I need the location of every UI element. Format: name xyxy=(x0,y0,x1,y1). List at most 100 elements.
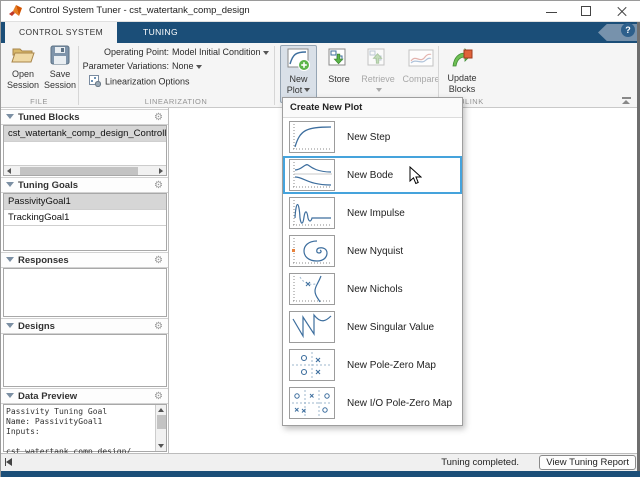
parameter-variations-dropdown[interactable]: Parameter Variations:None xyxy=(81,61,202,71)
menu-item-new-singular-value[interactable]: New Singular Value xyxy=(283,308,462,346)
operating-point-dropdown[interactable]: Operating Point:Model Initial Condition xyxy=(81,47,269,57)
update-blocks-icon xyxy=(451,61,473,71)
chevron-down-icon xyxy=(304,88,310,92)
control-system-tuner-window: Control System Tuner - cst_watertank_com… xyxy=(0,0,640,477)
bode-plot-icon xyxy=(289,159,335,191)
collapse-triangle-icon xyxy=(6,393,14,398)
save-session-button[interactable]: Save Session xyxy=(43,45,77,91)
step-plot-icon xyxy=(289,121,335,153)
menu-item-label: New Pole-Zero Map xyxy=(347,360,436,371)
help-button[interactable]: ? xyxy=(621,23,635,37)
responses-list xyxy=(3,268,167,317)
save-floppy-icon xyxy=(50,57,70,67)
scroll-left-icon[interactable] xyxy=(7,168,11,174)
panel-header-designs[interactable]: Designs ⚙ xyxy=(1,318,168,334)
store-label: Store xyxy=(323,74,355,85)
gear-icon[interactable]: ⚙ xyxy=(154,253,163,268)
menu-item-label: New Nyquist xyxy=(347,246,403,257)
gear-icon[interactable]: ⚙ xyxy=(154,319,163,334)
scroll-down-icon[interactable] xyxy=(158,444,164,448)
open-folder-icon xyxy=(11,57,35,67)
scroll-right-icon[interactable] xyxy=(159,168,163,174)
operating-point-label: Operating Point: xyxy=(81,47,169,57)
gear-icon[interactable]: ⚙ xyxy=(154,389,163,404)
collapse-triangle-icon xyxy=(6,257,14,262)
list-item[interactable]: PassivityGoal1 xyxy=(4,194,166,210)
gear-icon[interactable]: ⚙ xyxy=(154,178,163,193)
linearization-options-button[interactable]: Linearization Options xyxy=(89,75,190,89)
data-preview-box: Passivity Tuning Goal Name: PassivityGoa… xyxy=(3,404,167,452)
panel-title: Data Preview xyxy=(18,391,77,402)
designs-list xyxy=(3,334,167,387)
menu-item-label: New Impulse xyxy=(347,208,405,219)
data-preview-text: Passivity Tuning Goal Name: PassivityGoa… xyxy=(6,407,154,457)
io-pole-zero-map-icon xyxy=(289,387,335,419)
menu-item-new-io-pole-zero-map[interactable]: New I/O Pole-Zero Map xyxy=(283,384,462,422)
sidebar: Tuned Blocks ⚙ cst_watertank_comp_design… xyxy=(1,108,169,453)
menu-item-new-nyquist[interactable]: New Nyquist xyxy=(283,232,462,270)
file-group-label: FILE xyxy=(1,97,77,106)
update-blocks-button[interactable]: Update Blocks xyxy=(442,45,482,95)
tab-tuning[interactable]: TUNING xyxy=(129,22,192,43)
minimize-ribbon-icon[interactable] xyxy=(620,97,632,104)
open-session-button[interactable]: Open Session xyxy=(7,45,39,91)
scrollbar-thumb[interactable] xyxy=(157,415,166,429)
retrieve-label: Retrieve xyxy=(357,74,399,85)
status-bar: Tuning completed. View Tuning Report xyxy=(1,453,640,471)
collapse-triangle-icon xyxy=(6,114,14,119)
menu-item-label: New I/O Pole-Zero Map xyxy=(347,398,452,409)
list-item[interactable]: TrackingGoal1 xyxy=(4,210,166,226)
close-button[interactable] xyxy=(605,1,639,22)
retrieve-icon xyxy=(367,62,389,72)
singular-value-plot-icon xyxy=(289,311,335,343)
tuned-blocks-list: cst_watertank_comp_design_Controller xyxy=(3,125,167,176)
minimize-button[interactable] xyxy=(535,1,569,22)
operating-point-value: Model Initial Condition xyxy=(172,47,261,57)
status-message: Tuning completed. xyxy=(441,457,519,468)
menu-item-new-pole-zero-map[interactable]: New Pole-Zero Map xyxy=(283,346,462,384)
window-title: Control System Tuner - cst_watertank_com… xyxy=(29,5,250,16)
store-button[interactable]: Store xyxy=(323,45,355,85)
title-bar: Control System Tuner - cst_watertank_com… xyxy=(1,1,640,22)
menu-item-label: New Singular Value xyxy=(347,322,434,333)
new-plot-icon xyxy=(287,64,311,74)
update-blocks-label: Update Blocks xyxy=(442,73,482,95)
store-icon xyxy=(328,62,350,72)
menu-item-label: New Step xyxy=(347,132,390,143)
panel-header-tuned-blocks[interactable]: Tuned Blocks ⚙ xyxy=(1,109,168,125)
menu-item-new-impulse[interactable]: New Impulse xyxy=(283,194,462,232)
parameter-variations-value: None xyxy=(172,61,194,71)
retrieve-button: Retrieve xyxy=(357,45,399,95)
matlab-logo-icon xyxy=(9,4,23,23)
panel-header-responses[interactable]: Responses ⚙ xyxy=(1,252,168,268)
horizontal-scrollbar[interactable] xyxy=(4,165,166,175)
maximize-button[interactable] xyxy=(570,1,604,22)
window-bottom-edge xyxy=(1,471,640,477)
new-plot-button[interactable]: New Plot xyxy=(280,45,317,103)
chevron-down-icon xyxy=(196,65,202,69)
menu-item-new-step[interactable]: New Step xyxy=(283,118,462,156)
panel-header-data-preview[interactable]: Data Preview ⚙ xyxy=(1,388,168,404)
pole-zero-map-icon xyxy=(289,349,335,381)
panel-title: Tuned Blocks xyxy=(18,112,80,123)
menu-item-new-bode[interactable]: New Bode xyxy=(283,156,462,194)
menu-header: Create New Plot xyxy=(283,98,462,118)
menu-item-new-nichols[interactable]: New Nichols xyxy=(283,270,462,308)
vertical-scrollbar[interactable] xyxy=(155,405,166,451)
collapse-triangle-icon xyxy=(6,182,14,187)
tab-control-system[interactable]: CONTROL SYSTEM xyxy=(5,22,117,43)
panel-header-tuning-goals[interactable]: Tuning Goals ⚙ xyxy=(1,177,168,193)
linearization-group-label: LINEARIZATION xyxy=(79,97,273,106)
compare-button: Compare xyxy=(399,45,443,85)
mouse-cursor xyxy=(409,166,422,190)
panel-title: Designs xyxy=(18,321,55,332)
scroll-up-icon[interactable] xyxy=(158,408,164,412)
skip-to-start-icon[interactable] xyxy=(5,457,12,468)
parameter-variations-label: Parameter Variations: xyxy=(81,61,169,71)
view-tuning-report-button[interactable]: View Tuning Report xyxy=(539,455,636,470)
menu-item-label: New Nichols xyxy=(347,284,403,295)
collapse-triangle-icon xyxy=(6,323,14,328)
gear-icon[interactable]: ⚙ xyxy=(154,110,163,125)
scrollbar-thumb[interactable] xyxy=(20,167,138,175)
list-item[interactable]: cst_watertank_comp_design_Controller xyxy=(4,126,166,142)
